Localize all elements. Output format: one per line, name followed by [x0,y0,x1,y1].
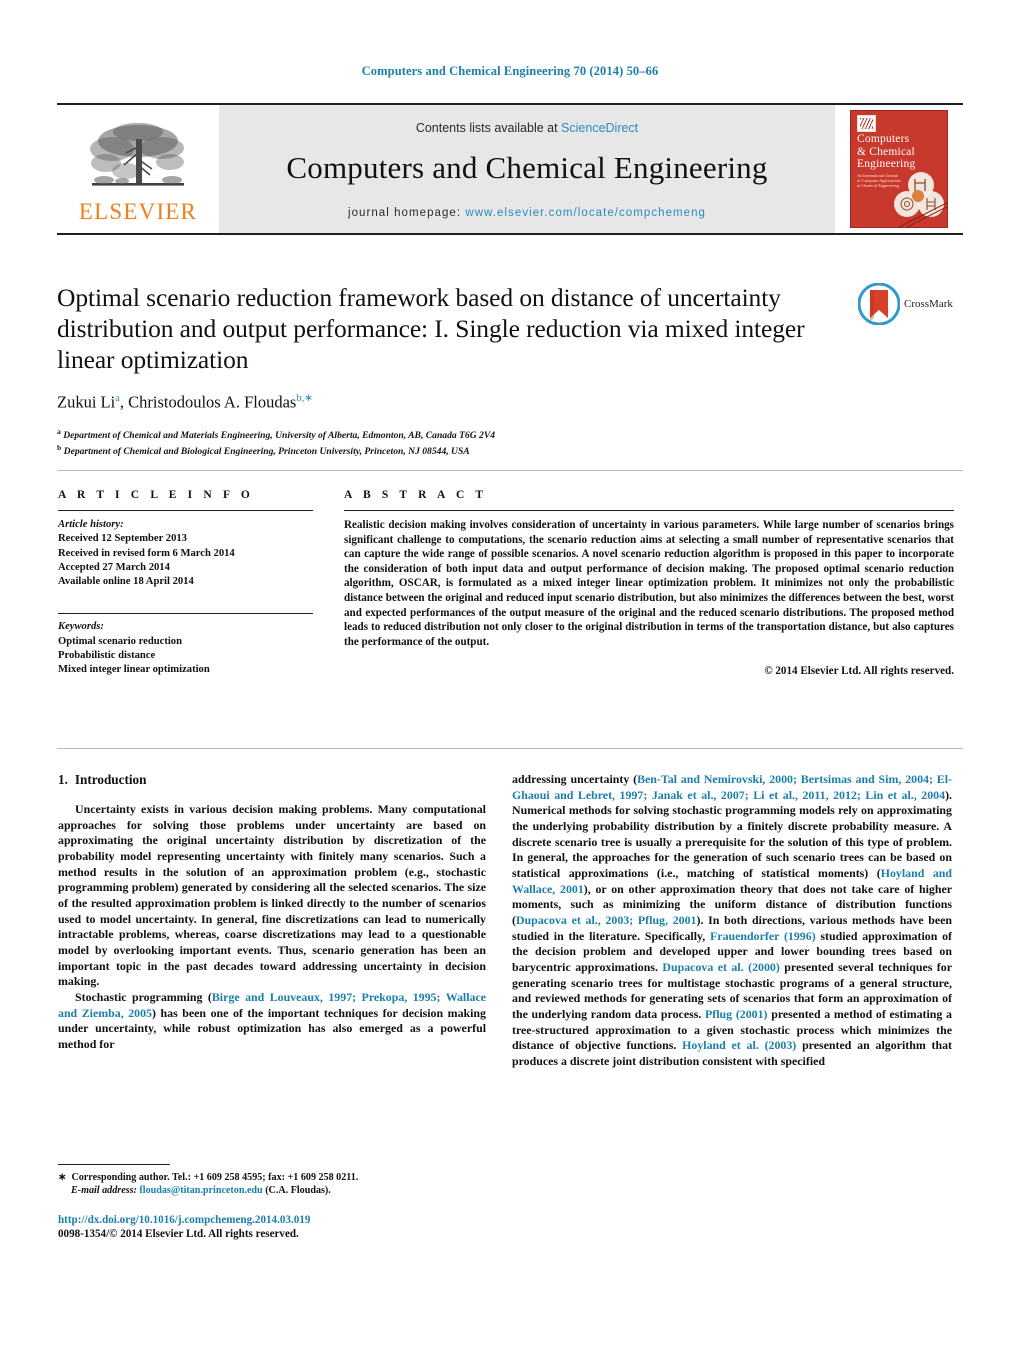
crossmark-icon [858,283,900,325]
text-run: Stochastic programming ( [75,989,212,1004]
section-heading-introduction: 1. Introduction [58,772,486,788]
affiliation-a: a Department of Chemical and Materials E… [57,426,827,443]
running-head: Computers and Chemical Engineering 70 (2… [361,64,659,78]
journal-homepage-link[interactable]: www.elsevier.com/locate/compchemeng [465,207,706,219]
affiliation-a-marker: a [57,426,61,436]
body-column-left: 1. Introduction Uncertainty exists in var… [58,772,486,1053]
crossmark-label: CrossMark [904,298,953,310]
abstract-copyright: © 2014 Elsevier Ltd. All rights reserved… [764,665,954,678]
sciencedirect-link[interactable]: ScienceDirect [561,121,638,135]
article-info-heading: A R T I C L E I N F O [58,489,254,501]
corresponding-author-footnote: ∗ Corresponding author. Tel.: +1 609 258 … [58,1164,486,1198]
paragraph: addressing uncertainty (Ben-Tal and Nemi… [512,772,952,1069]
history-item: Received in revised form 6 March 2014 [58,547,235,559]
cover-title: Computers & Chemical Engineering [857,133,915,171]
keywords-rule [58,613,313,615]
author-list: Zukui Lia, Christodoulos A. Floudasb,∗ [57,392,314,412]
elsevier-logo: ELSEVIER [57,105,219,233]
history-item: Accepted 27 March 2014 [58,561,170,573]
abstract-text: Realistic decision making involves consi… [344,519,954,648]
citation-link[interactable]: Dupacova et al. (2000) [662,960,779,974]
article-history-label: Article history: [58,519,124,530]
doi-block: http://dx.doi.org/10.1016/j.compchemeng.… [58,1213,498,1241]
article-info-rule [58,510,313,511]
issn-copyright: 0098-1354/© 2014 Elsevier Ltd. All right… [58,1228,299,1240]
text-run: addressing uncertainty ( [512,772,638,786]
cover-title-line1: Computers [857,133,910,145]
section-title: Introduction [74,772,147,787]
citation-link[interactable]: Frauendorfer (1996) [710,929,816,943]
affiliation-a-text: Department of Chemical and Materials Eng… [63,429,496,441]
journal-title: Computers and Chemical Engineering [286,150,768,185]
keyword-item: Probabilistic distance [58,650,156,662]
doi-link[interactable]: http://dx.doi.org/10.1016/j.compchemeng.… [58,1213,498,1227]
history-item: Available online 18 April 2014 [58,576,194,588]
section-number: 1. [58,772,68,787]
corresponding-author-line: ∗ Corresponding author. Tel.: +1 609 258 … [58,1171,486,1184]
journal-cover-thumbnail: Computers & Chemical Engineering An Inte… [835,105,963,233]
footnote-rule [58,1164,170,1165]
cover-elsevier-mark-icon [857,115,876,132]
journal-masthead: ELSEVIER Contents lists available at Sci… [57,103,963,235]
elsevier-wordmark: ELSEVIER [78,199,198,224]
affiliations: a Department of Chemical and Materials E… [57,426,827,460]
elsevier-tree-icon [90,123,184,186]
title-block: Optimal scenario reduction framework bas… [57,282,827,459]
citation-link[interactable]: Pflug (2001) [705,1007,768,1021]
keyword-item: Mixed integer linear optimization [58,664,210,676]
citation-link[interactable]: Dupacova et al., 2003; Pflug, 2001 [516,913,697,927]
affiliation-b: b Department of Chemical and Biological … [57,442,827,459]
contents-prefix: Contents lists available at [415,121,562,135]
abstract-rule [344,510,954,511]
email-line: E-mail address: floudas@titan.princeton.… [58,1184,486,1197]
divider-above-abstract [57,470,963,471]
homepage-prefix: journal homepage: [347,207,466,219]
affiliation-b-text: Department of Chemical and Biological En… [63,446,470,458]
abstract-column: A B S T R A C T Realistic decision makin… [344,489,954,677]
masthead-center: Contents lists available at ScienceDirec… [219,105,835,233]
footnote-star: ∗ [58,1172,67,1183]
paragraph: Uncertainty exists in various decision m… [58,802,486,989]
body-column-right: addressing uncertainty (Ben-Tal and Nemi… [512,772,952,1069]
email-label: E-mail address: [71,1185,137,1197]
journal-homepage-line: journal homepage: www.elsevier.com/locat… [348,207,706,219]
history-item: Received 12 September 2013 [58,533,187,545]
keyword-item: Optimal scenario reduction [58,635,182,647]
crossmark-badge[interactable]: CrossMark [858,283,962,325]
article-page: Computers and Chemical Engineering 70 (2… [0,0,1020,1351]
keywords-label: Keywords: [58,621,104,633]
divider-below-abstract [57,748,963,749]
paragraph: Stochastic programming (Birge and Louvea… [58,990,486,1053]
contents-available-line: Contents lists available at ScienceDirec… [416,121,638,135]
citation-link[interactable]: Hoyland et al. (2003) [682,1038,796,1052]
corresponding-author-text: Corresponding author. Tel.: +1 609 258 4… [71,1172,359,1183]
affiliation-b-marker: b [57,443,62,453]
email-suffix: (C.A. Floudas). [262,1185,331,1197]
cover-title-line3: Engineering [857,158,916,170]
page-title: Optimal scenario reduction framework bas… [57,283,805,374]
abstract-heading: A B S T R A C T [344,489,488,501]
cover-title-line2: & Chemical [857,145,915,158]
email-link[interactable]: floudas@titan.princeton.edu [139,1185,262,1196]
article-info-column: A R T I C L E I N F O Article history: R… [58,489,313,678]
